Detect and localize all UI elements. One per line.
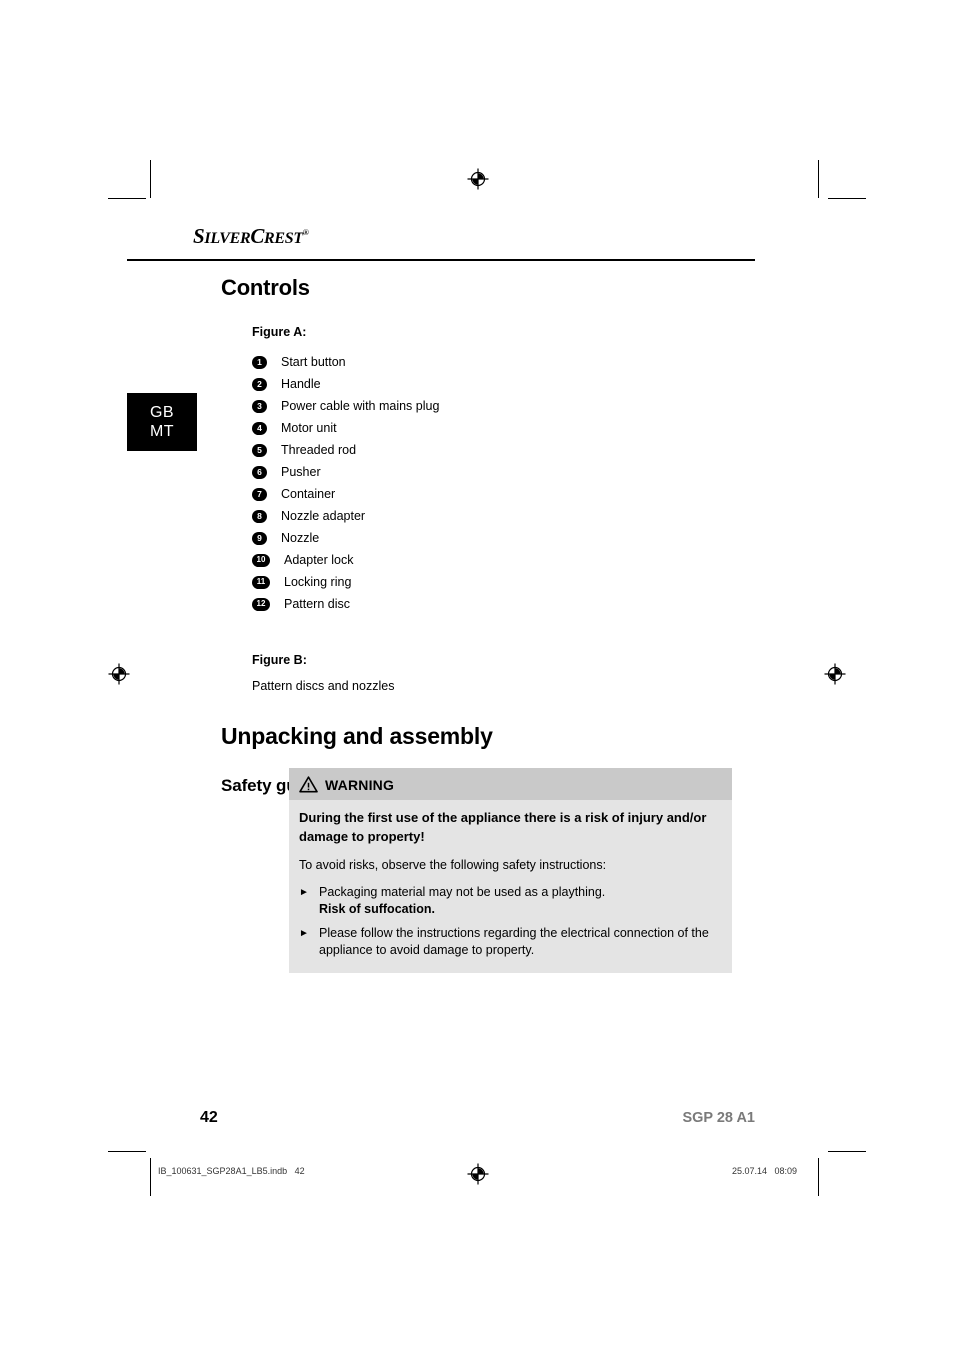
warning-triangle-icon <box>299 776 318 793</box>
part-label: Pattern disc <box>284 597 351 611</box>
brand-logo: SILVERCREST® <box>193 224 309 249</box>
part-label: Motor unit <box>281 421 337 435</box>
part-label: Power cable with mains plug <box>281 399 440 413</box>
crop-mark-top-right-vertical <box>818 160 819 198</box>
brand-logo-c: C <box>250 224 265 248</box>
warning-box-body: During the first use of the appliance th… <box>289 800 732 973</box>
part-number-badge: 6 <box>252 465 267 479</box>
language-tab-line-2: MT <box>149 423 175 440</box>
warning-item-text: Packaging material may not be used as a … <box>319 884 605 918</box>
brand-logo-ilver: ILVER <box>204 230 251 247</box>
list-item: 4 Motor unit <box>252 417 755 439</box>
list-item: 1 Start button <box>252 351 755 373</box>
warning-box: WARNING During the first use of the appl… <box>289 768 732 973</box>
part-label: Locking ring <box>284 575 352 589</box>
warning-label: WARNING <box>325 776 395 793</box>
part-number-badge: 4 <box>252 421 267 435</box>
page-content: Controls Figure A: 1 Start button 2 Handle… <box>221 275 755 813</box>
list-item: 8 Nozzle adapter <box>252 505 755 527</box>
registration-mark-bottom <box>467 1163 489 1185</box>
registration-mark-top <box>467 168 489 190</box>
warning-item: ► Please follow the instructions regardi… <box>299 925 720 959</box>
part-label: Adapter lock <box>284 553 354 567</box>
list-item: 12 Pattern disc <box>252 593 755 615</box>
crop-mark-bottom-left-horizontal <box>108 1151 146 1152</box>
list-item: 5 Threaded rod <box>252 439 755 461</box>
list-item: 6 Pusher <box>252 461 755 483</box>
language-tab: GB MT <box>127 393 197 451</box>
warning-item-body: Packaging material may not be used as a … <box>319 885 606 899</box>
figure-b-caption: Pattern discs and nozzles <box>252 679 395 693</box>
part-number-badge: 5 <box>252 443 267 457</box>
warning-item: ► Packaging material may not be used as … <box>299 884 720 918</box>
warning-item-emphasis: Risk of suffocation. <box>319 902 435 916</box>
language-tab-line-1: GB <box>149 404 175 421</box>
part-number-badge: 7 <box>252 487 267 501</box>
part-label: Nozzle <box>281 531 320 545</box>
part-number-badge: 3 <box>252 399 267 413</box>
part-label: Threaded rod <box>281 443 357 457</box>
part-label: Start button <box>281 355 346 369</box>
warning-item-body: Please follow the instructions regarding… <box>319 926 709 957</box>
part-number-badge: 9 <box>252 531 267 545</box>
page-title: Controls <box>221 275 310 300</box>
part-number-badge: 8 <box>252 509 267 523</box>
parts-list: 1 Start button 2 Handle 3 Power cable with … <box>252 351 755 615</box>
part-label: Nozzle adapter <box>281 509 366 523</box>
header-divider <box>127 259 755 261</box>
brand-logo-rest: REST <box>264 230 303 247</box>
crop-mark-bottom-left-vertical <box>150 1158 151 1196</box>
part-label: Pusher <box>281 465 321 479</box>
part-number-badge: 2 <box>252 377 267 391</box>
crop-mark-top-right-horizontal <box>828 198 866 199</box>
brand-logo-s: S <box>193 224 205 248</box>
part-number-badge: 11 <box>252 575 270 589</box>
warning-intro-text: To avoid risks, observe the following sa… <box>299 858 607 872</box>
registration-mark-right <box>824 663 846 685</box>
list-item: 10 Adapter lock <box>252 549 755 571</box>
registration-mark-left <box>108 663 130 685</box>
crop-mark-bottom-right-horizontal <box>828 1151 866 1152</box>
registered-trademark-icon: ® <box>302 228 309 237</box>
warning-lead-text: During the first use of the appliance th… <box>299 810 707 844</box>
crop-mark-top-left-vertical <box>150 160 151 198</box>
crop-mark-bottom-right-vertical <box>818 1158 819 1196</box>
list-item: 9 Nozzle <box>252 527 755 549</box>
part-label: Container <box>281 487 336 501</box>
part-number-badge: 12 <box>252 597 270 611</box>
list-item: 2 Handle <box>252 373 755 395</box>
bullet-arrow-icon: ► <box>299 887 309 898</box>
figure-b-label: Figure B: <box>252 653 307 667</box>
bullet-arrow-icon: ► <box>299 928 309 939</box>
page-number: 42 <box>200 1109 218 1126</box>
unpacking-heading: Unpacking and assembly <box>221 723 493 749</box>
list-item: 11 Locking ring <box>252 571 755 593</box>
list-item: 7 Container <box>252 483 755 505</box>
part-number-badge: 10 <box>252 553 270 567</box>
warning-item-text: Please follow the instructions regarding… <box>319 925 720 959</box>
part-label: Handle <box>281 377 321 391</box>
print-timestamp: 25.07.14 08:09 <box>731 1166 797 1176</box>
list-item: 3 Power cable with mains plug <box>252 395 755 417</box>
crop-mark-top-left-horizontal <box>108 198 146 199</box>
warning-box-header: WARNING <box>289 768 732 800</box>
figure-a-label: Figure A: <box>252 325 307 339</box>
print-source-file: IB_100631_SGP28A1_LB5.indb 42 <box>158 1166 305 1176</box>
part-number-badge: 1 <box>252 355 267 369</box>
model-name: SGP 28 A1 <box>682 1110 755 1126</box>
